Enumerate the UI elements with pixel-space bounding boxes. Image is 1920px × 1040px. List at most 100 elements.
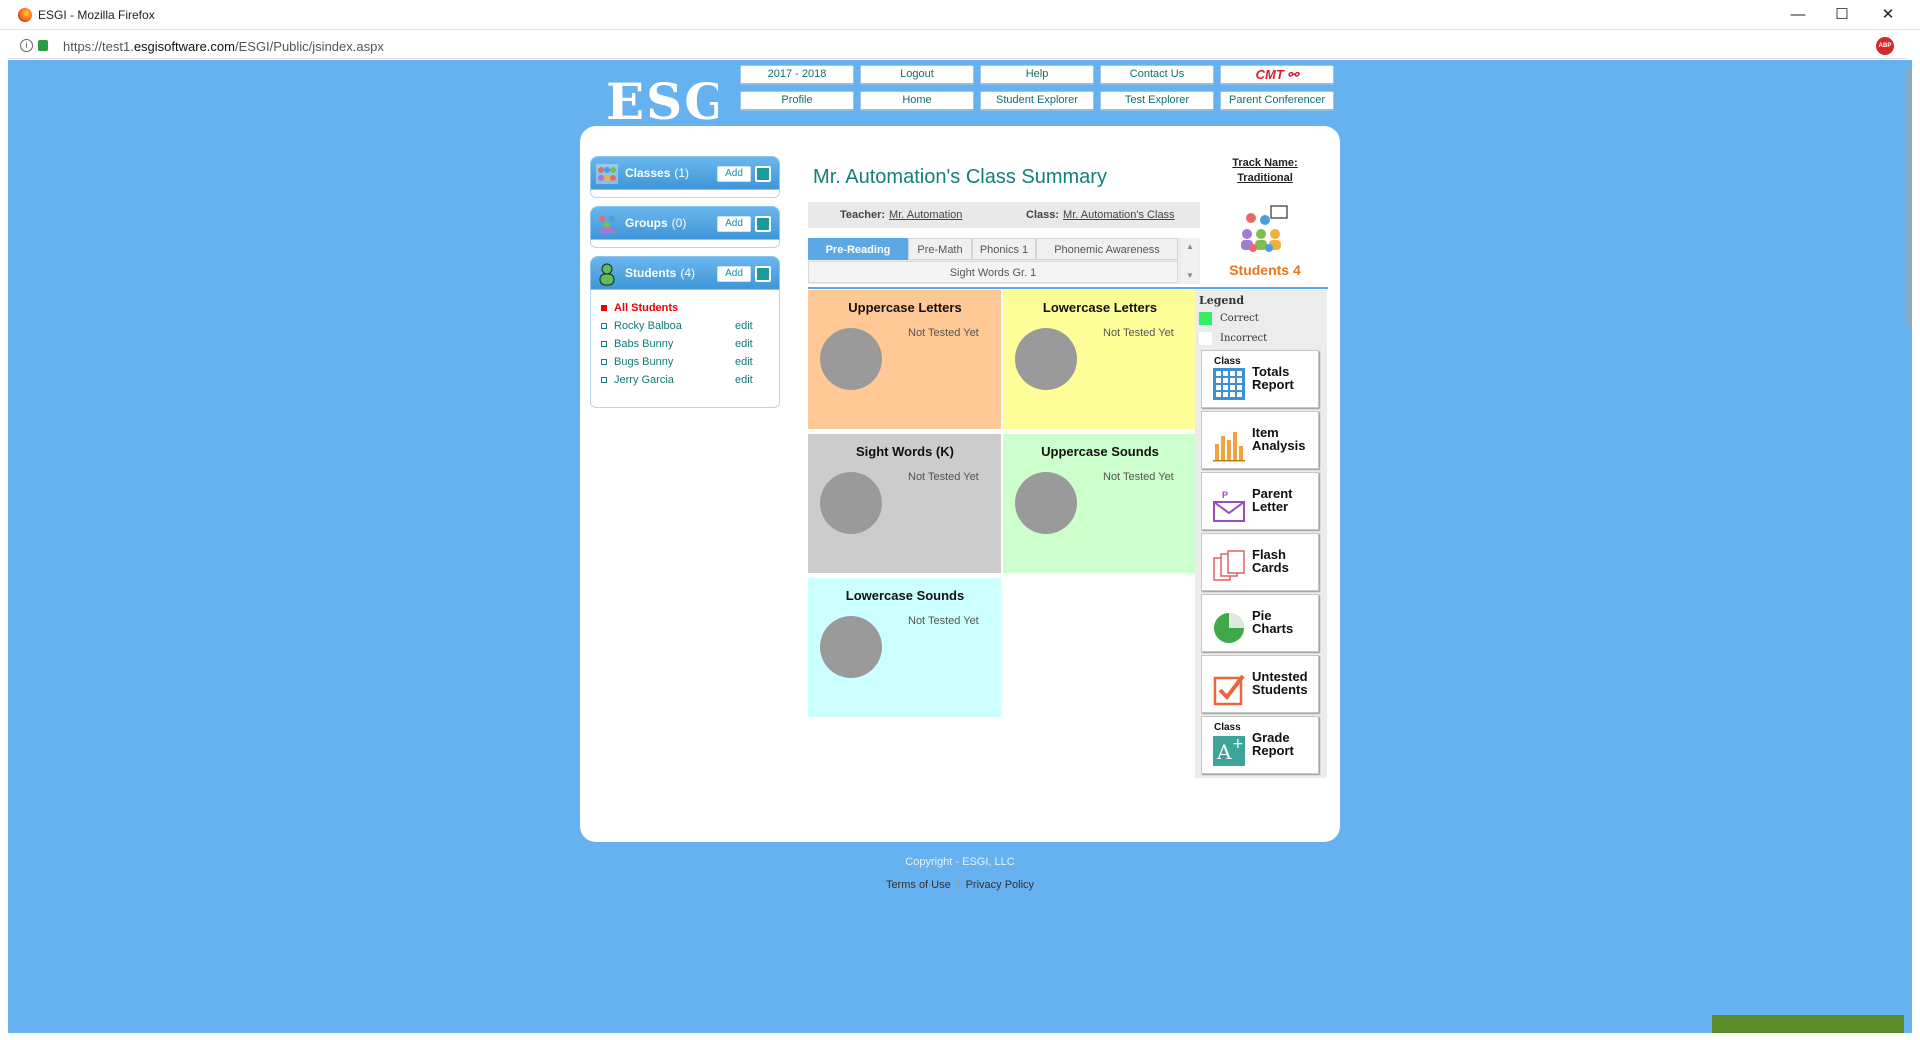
student-icon bbox=[599, 263, 615, 286]
test-tile-uppercase-sounds[interactable]: Uppercase Sounds Not Tested Yet bbox=[1003, 434, 1197, 574]
list-item[interactable]: Babs Bunny edit bbox=[601, 338, 776, 354]
maximize-button[interactable]: ☐ bbox=[1820, 2, 1864, 28]
correct-swatch bbox=[1199, 312, 1212, 325]
legend-panel: Legend Correct Incorrect Class Totals Rep… bbox=[1195, 290, 1327, 778]
grid-icon bbox=[1213, 368, 1245, 400]
untested-students-button[interactable]: Untested Students bbox=[1201, 655, 1319, 713]
tile-title: Lowercase Sounds bbox=[845, 588, 965, 603]
test-tile-sight-words-k[interactable]: Sight Words (K) Not Tested Yet bbox=[808, 434, 1002, 574]
tile-status: Not Tested Yet bbox=[908, 471, 979, 483]
cmt-button[interactable]: CMT ⚯ bbox=[1220, 65, 1334, 85]
address-bar[interactable]: i https://test1.esgisoftware.com/ESGI/Pu… bbox=[8, 33, 1908, 59]
parent-conferencer-button[interactable]: Parent Conferencer bbox=[1220, 91, 1334, 111]
scroll-up-icon[interactable]: ▲ bbox=[1181, 242, 1199, 251]
report-label: Parent Letter bbox=[1252, 486, 1293, 514]
tab-sight-words-gr1[interactable]: Sight Words Gr. 1 bbox=[808, 261, 1178, 283]
edit-student-link[interactable]: edit bbox=[735, 374, 753, 386]
pie-chart-placeholder bbox=[820, 328, 882, 390]
cmt-label: CMT ⚯ bbox=[1255, 67, 1299, 82]
help-button[interactable]: Help bbox=[980, 65, 1094, 85]
profile-button[interactable]: Profile bbox=[740, 91, 854, 111]
bullet-icon bbox=[601, 323, 607, 330]
firefox-logo-icon bbox=[18, 8, 32, 22]
scroll-down-icon[interactable]: ▼ bbox=[1181, 271, 1199, 280]
incorrect-swatch bbox=[1199, 332, 1212, 345]
edit-student-link[interactable]: edit bbox=[735, 338, 753, 350]
tab-pre-math[interactable]: Pre-Math bbox=[908, 238, 972, 260]
students-count[interactable]: Students 4 bbox=[1205, 262, 1325, 278]
logout-button[interactable]: Logout bbox=[860, 65, 974, 85]
year-button[interactable]: 2017 - 2018 bbox=[740, 65, 854, 85]
test-tile-lowercase-sounds[interactable]: Lowercase Sounds Not Tested Yet bbox=[808, 578, 1002, 718]
adblock-icon[interactable]: ABP bbox=[1876, 37, 1894, 55]
test-tile-uppercase-letters[interactable]: Uppercase Letters Not Tested Yet bbox=[808, 290, 1002, 430]
classes-icon bbox=[596, 164, 618, 184]
scrollbar-thumb[interactable] bbox=[1906, 68, 1911, 328]
esgi-logo[interactable]: ESGI bbox=[606, 74, 718, 130]
site-info-icon[interactable]: i bbox=[20, 39, 33, 52]
list-item[interactable]: Jerry Garcia edit bbox=[601, 374, 776, 390]
tab-pre-reading[interactable]: Pre-Reading bbox=[808, 238, 908, 260]
test-tile-lowercase-letters[interactable]: Lowercase Letters Not Tested Yet bbox=[1003, 290, 1197, 430]
page-title: Mr. Automation's Class Summary bbox=[813, 166, 1107, 188]
groups-label: Groups (0) bbox=[625, 216, 687, 230]
grade-icon: A + bbox=[1213, 736, 1245, 766]
page-viewport: ESGI 2017 - 2018 Logout Help Contact Us … bbox=[8, 60, 1912, 1033]
all-students-link[interactable]: All Students bbox=[601, 302, 776, 318]
tile-title: Sight Words (K) bbox=[856, 444, 954, 459]
bullet-icon bbox=[601, 377, 607, 384]
home-button[interactable]: Home bbox=[860, 91, 974, 111]
window-titlebar: ESGI - Mozilla Firefox — ☐ ✕ bbox=[0, 0, 1920, 30]
add-group-button[interactable]: Add bbox=[717, 216, 751, 232]
tab-phonics-1[interactable]: Phonics 1 bbox=[972, 238, 1036, 260]
tabs-divider bbox=[808, 287, 1328, 289]
contact-us-button[interactable]: Contact Us bbox=[1100, 65, 1214, 85]
tile-status: Not Tested Yet bbox=[1103, 471, 1174, 483]
tab-scroller[interactable]: ▲ ▼ bbox=[1181, 238, 1199, 284]
report-label: Untested Students bbox=[1252, 669, 1308, 697]
legend-title: Legend bbox=[1199, 294, 1245, 307]
students-collapse-icon[interactable] bbox=[755, 266, 771, 282]
tab-phonemic-awareness[interactable]: Phonemic Awareness bbox=[1036, 238, 1178, 260]
add-class-button[interactable]: Add bbox=[717, 166, 751, 182]
test-explorer-button[interactable]: Test Explorer bbox=[1100, 91, 1214, 111]
pie-chart-placeholder bbox=[820, 616, 882, 678]
class-totals-report-button[interactable]: Class Totals Report bbox=[1201, 350, 1319, 408]
list-item[interactable]: Rocky Balboa edit bbox=[601, 320, 776, 336]
flash-cards-button[interactable]: Flash Cards bbox=[1201, 533, 1319, 591]
groups-expand-icon[interactable] bbox=[755, 216, 771, 232]
pie-chart-placeholder bbox=[1015, 472, 1077, 534]
close-button[interactable]: ✕ bbox=[1866, 2, 1910, 28]
class-grade-report-button[interactable]: Class A + Grade Report bbox=[1201, 716, 1319, 774]
students-group-icon bbox=[1241, 205, 1288, 252]
report-label: Totals Report bbox=[1252, 364, 1294, 392]
class-link[interactable]: Mr. Automation's Class bbox=[1063, 209, 1175, 221]
teacher-link[interactable]: Mr. Automation bbox=[889, 209, 962, 221]
pie-chart-placeholder bbox=[820, 472, 882, 534]
tile-title: Uppercase Sounds bbox=[1041, 444, 1159, 459]
page-scrollbar[interactable] bbox=[1904, 60, 1912, 1033]
report-prefix: Class bbox=[1214, 722, 1241, 733]
edit-student-link[interactable]: edit bbox=[735, 320, 753, 332]
footer-links: Terms of Use | Privacy Policy bbox=[580, 879, 1340, 891]
student-explorer-button[interactable]: Student Explorer bbox=[980, 91, 1094, 111]
students-panel-header[interactable]: Students (4) Add bbox=[590, 256, 780, 290]
parent-letter-button[interactable]: P Parent Letter bbox=[1201, 472, 1319, 530]
classes-label: Classes (1) bbox=[625, 166, 690, 180]
add-student-button[interactable]: Add bbox=[717, 266, 751, 282]
edit-student-link[interactable]: edit bbox=[735, 356, 753, 368]
minimize-button[interactable]: — bbox=[1776, 2, 1820, 28]
url-text[interactable]: https://test1.esgisoftware.com/ESGI/Publ… bbox=[63, 39, 384, 54]
copyright: Copyright - ESGI, LLC bbox=[905, 856, 1015, 868]
privacy-policy-link[interactable]: Privacy Policy bbox=[966, 879, 1034, 891]
classes-panel-header[interactable]: Classes (1) Add bbox=[590, 156, 780, 190]
pie-charts-button[interactable]: Pie Charts bbox=[1201, 594, 1319, 652]
terms-of-use-link[interactable]: Terms of Use bbox=[886, 879, 951, 891]
groups-panel-header[interactable]: Groups (0) Add bbox=[590, 206, 780, 240]
classes-panel-body bbox=[590, 190, 780, 198]
teacher-class-bar: Teacher: Mr. Automation Class: Mr. Automat… bbox=[808, 202, 1200, 228]
item-analysis-button[interactable]: Item Analysis bbox=[1201, 411, 1319, 469]
class-label: Class: bbox=[1026, 209, 1060, 221]
list-item[interactable]: Bugs Bunny edit bbox=[601, 356, 776, 372]
student-list: All Students Rocky Balboa edit Babs Bunny… bbox=[590, 290, 780, 408]
